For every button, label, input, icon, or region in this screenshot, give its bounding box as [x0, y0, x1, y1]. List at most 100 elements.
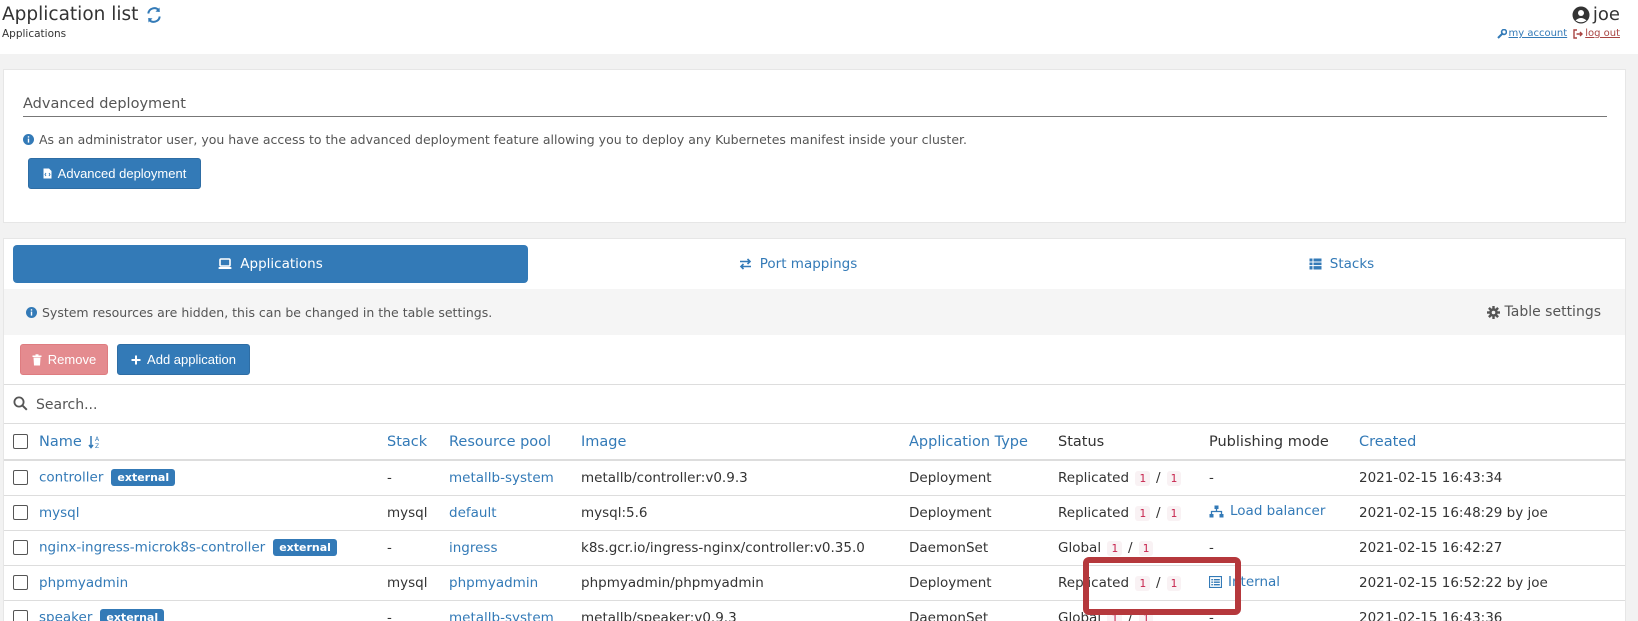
page-title: Application list [2, 4, 162, 25]
tab-applications[interactable]: Applications [13, 245, 528, 283]
created-cell: 2021-02-15 16:43:34 [1359, 460, 1625, 496]
advanced-deployment-panel: Advanced deployment As an administrator … [3, 69, 1626, 223]
status-separator: / [1155, 574, 1161, 591]
search-input[interactable] [34, 392, 1534, 418]
resource-pool-link[interactable]: metallb-system [449, 470, 554, 486]
row-checkbox[interactable] [13, 575, 28, 590]
application-type-cell: Deployment [909, 565, 1058, 601]
table-row: speaker external - metallb-system metallb/sp… [4, 600, 1625, 621]
table-row: mysql mysql default mysql:5.6 Deployment Repl… [4, 495, 1625, 531]
advanced-deployment-button[interactable]: Advanced deployment [28, 158, 201, 189]
status-cell: Replicated 1 / 1 [1058, 565, 1209, 601]
image-cell: k8s.gcr.io/ingress-nginx/controller:v0.3… [581, 530, 909, 566]
sign-out-icon [1573, 28, 1584, 39]
column-name-label: Name [39, 433, 82, 450]
created-cell: 2021-02-15 16:48:29 by joe [1359, 495, 1625, 531]
column-header-stack[interactable]: Stack [387, 424, 449, 461]
created-cell: 2021-02-15 16:52:22 by joe [1359, 565, 1625, 601]
page-subtitle: Applications [2, 28, 67, 40]
column-header-name[interactable]: Name AZ [39, 424, 387, 461]
table-header-row: Name AZ Stack Resource pool Image Applic… [4, 424, 1625, 461]
user-menu[interactable]: joe [1572, 4, 1620, 25]
user-circle-icon [1572, 6, 1590, 23]
remove-button[interactable]: Remove [20, 344, 108, 375]
resource-pool-link[interactable]: default [449, 505, 497, 521]
list-icon [1309, 258, 1322, 270]
application-name-link[interactable]: speaker [39, 610, 92, 621]
plus-icon [131, 355, 141, 364]
svg-text:Z: Z [95, 443, 99, 449]
status-separator: / [1155, 469, 1161, 486]
stack-cell: - [387, 460, 449, 496]
publishing-mode-label: Internal [1228, 573, 1281, 590]
image-cell: metallb/controller:v0.9.3 [581, 460, 909, 496]
log-out-link[interactable]: log out [1573, 28, 1620, 39]
application-name-link[interactable]: mysql [39, 505, 80, 521]
sort-alpha-icon: AZ [88, 435, 100, 450]
refresh-icon[interactable] [146, 6, 162, 23]
publishing-mode-label: Load balancer [1230, 503, 1326, 520]
column-header-image[interactable]: Image [581, 424, 909, 461]
publishing-mode-link[interactable]: Load balancer [1209, 503, 1325, 519]
my-account-link[interactable]: my account [1496, 28, 1567, 39]
status-cell: Replicated 1 / 1 [1058, 460, 1209, 496]
running-count: 1 [1135, 470, 1150, 486]
tab-stacks[interactable]: Stacks [1068, 245, 1615, 283]
application-name-link[interactable]: phpmyadmin [39, 575, 128, 591]
tab-applications-label: Applications [240, 256, 323, 272]
row-checkbox[interactable] [13, 610, 28, 621]
list-alt-icon [1209, 575, 1222, 588]
advanced-deployment-button-label: Advanced deployment [57, 166, 187, 181]
image-cell: phpmyadmin/phpmyadmin [581, 565, 909, 601]
resource-pool-link[interactable]: metallb-system [449, 610, 554, 621]
row-checkbox[interactable] [13, 540, 28, 555]
column-header-status: Status [1058, 424, 1209, 461]
status-text: Replicated [1058, 504, 1130, 521]
publishing-mode-cell: - [1209, 600, 1359, 621]
application-type-cell: Deployment [909, 495, 1058, 531]
column-header-publishing-mode: Publishing mode [1209, 424, 1359, 461]
resource-pool-link[interactable]: phpmyadmin [449, 575, 538, 591]
external-badge: external [100, 609, 165, 621]
external-badge: external [273, 539, 337, 556]
laptop-icon [218, 258, 232, 269]
publishing-mode-link[interactable]: Internal [1209, 574, 1280, 590]
add-application-button[interactable]: Add application [117, 344, 250, 375]
gear-icon [1486, 305, 1500, 319]
row-checkbox[interactable] [13, 470, 28, 486]
advanced-deployment-info-text: As an administrator user, you have acces… [39, 132, 967, 147]
system-resources-info-text: System resources are hidden, this can be… [42, 305, 493, 320]
resource-pool-link[interactable]: ingress [449, 540, 498, 556]
running-count: 1 [1135, 505, 1150, 521]
total-count: 1 [1166, 505, 1182, 521]
row-checkbox[interactable] [13, 505, 28, 520]
status-text: Replicated [1058, 469, 1130, 486]
exchange-icon [739, 258, 751, 270]
total-count: 1 [1166, 470, 1182, 486]
external-badge: external [111, 469, 176, 487]
column-header-application-type[interactable]: Application Type [909, 424, 1058, 461]
tab-port-mappings[interactable]: Port mappings [528, 245, 1068, 283]
status-cell: Replicated 1 / 1 [1058, 495, 1209, 531]
status-text: Global [1058, 539, 1102, 556]
application-name-link[interactable]: controller [39, 470, 103, 486]
stack-cell: mysql [387, 495, 449, 531]
status-text: Replicated [1058, 574, 1130, 591]
advanced-deployment-info: As an administrator user, you have acces… [23, 132, 967, 147]
running-count: 1 [1107, 540, 1122, 556]
total-count: 1 [1166, 575, 1182, 591]
column-header-resource-pool[interactable]: Resource pool [449, 424, 581, 461]
total-count: 1 [1138, 610, 1154, 621]
table-row: nginx-ingress-microk8s-controller externa… [4, 530, 1625, 566]
table-row: controller external - metallb-system metallb… [4, 460, 1625, 496]
application-type-cell: Deployment [909, 460, 1058, 496]
advanced-deployment-title: Advanced deployment [23, 96, 1607, 117]
column-header-created[interactable]: Created [1359, 424, 1625, 461]
total-count: 1 [1138, 540, 1154, 556]
view-tabs: Applications Port mappings Stacks [13, 245, 1615, 283]
stack-cell: - [387, 600, 449, 621]
application-name-link[interactable]: nginx-ingress-microk8s-controller [39, 540, 265, 556]
select-all-checkbox[interactable] [13, 434, 28, 449]
sitemap-icon [1209, 505, 1224, 518]
table-settings-button[interactable]: Table settings [1486, 304, 1601, 320]
